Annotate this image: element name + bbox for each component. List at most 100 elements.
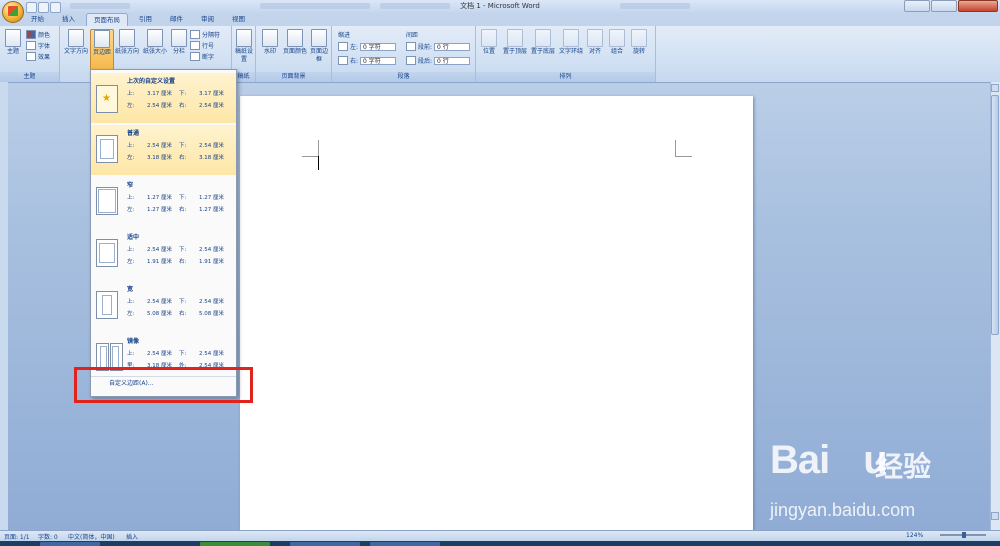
watermark-button[interactable]: 水印 (260, 29, 280, 56)
scroll-up-icon[interactable] (991, 84, 999, 92)
margin-option-moderate[interactable]: 适中 上: 2.54 厘米 下: 2.54 厘米 左: 1.91 厘米 右: 1.91 厘米 (91, 229, 236, 279)
themes-button[interactable]: 主题 (3, 29, 23, 56)
colors-button[interactable]: 颜色 (26, 30, 50, 39)
text-direction-label: 文字方向 (63, 48, 88, 55)
fonts-button[interactable]: 字体 (26, 41, 50, 50)
spacing-before-input[interactable]: 0 行 (434, 42, 471, 51)
columns-button[interactable]: 分栏 (170, 29, 188, 56)
status-words[interactable]: 字数: 0 (38, 532, 58, 541)
themes-group: 主题 颜色 字体 效果 主题 (0, 26, 60, 82)
size-button[interactable]: 纸张大小 (142, 29, 168, 56)
watermark-label: 水印 (263, 48, 276, 55)
align-button[interactable]: 对齐 (586, 29, 604, 56)
normal-margin-icon (96, 135, 118, 163)
page-color-icon (287, 29, 303, 47)
breaks-button[interactable]: 分隔符 (190, 30, 220, 39)
taskbar-item[interactable] (40, 542, 100, 546)
orientation-button[interactable]: 纸张方向 (114, 29, 140, 56)
crop-mark (302, 140, 319, 157)
orientation-label: 纸张方向 (114, 48, 139, 55)
margin-option-last-custom[interactable]: ★ 上次的自定义设置 上: 3.17 厘米 下: 3.17 厘米 左: 2.54 厘米 右… (91, 73, 236, 123)
indent-left-row: 左: 0 字符 (338, 42, 397, 51)
bottom-label: 下: (179, 91, 187, 97)
indent-right-input[interactable]: 0 字符 (360, 56, 397, 65)
wrap-icon (563, 29, 579, 47)
page-borders-icon (311, 29, 327, 47)
bring-front-button[interactable]: 置于顶层 (502, 29, 528, 56)
spacing-after-input[interactable]: 0 行 (434, 56, 471, 65)
status-mode[interactable]: 插入 (126, 532, 138, 541)
rotate-button[interactable]: 旋转 (630, 29, 648, 56)
left-label: 左: (127, 259, 135, 265)
close-button[interactable] (958, 0, 998, 12)
top-label: 上: (127, 91, 135, 97)
text-direction-button[interactable]: 文字方向 (63, 29, 89, 56)
left-value: 1.91 厘米 (147, 259, 172, 265)
margins-button[interactable]: 页边距 (90, 29, 114, 73)
zoom-slider-handle[interactable] (962, 532, 966, 538)
office-logo-icon (8, 6, 18, 16)
watermark-url: jingyan.baidu.com (770, 500, 916, 520)
right-value: 1.91 厘米 (199, 259, 224, 265)
taskbar-item[interactable] (290, 542, 360, 546)
tab-home[interactable]: 开始 (24, 13, 51, 26)
rotate-icon (631, 29, 647, 47)
text-direction-icon (68, 29, 84, 47)
tab-page-layout[interactable]: 页面布局 (86, 13, 128, 27)
top-label: 上: (127, 247, 135, 253)
tab-references[interactable]: 引用 (132, 13, 159, 26)
top-value: 3.17 厘米 (147, 91, 172, 97)
taskbar-item[interactable] (200, 542, 270, 546)
status-language[interactable]: 中文(简体，中国) (68, 532, 115, 541)
line-numbers-button[interactable]: 行号 (190, 41, 214, 50)
tab-review[interactable]: 审阅 (194, 13, 221, 26)
scroll-down-icon[interactable] (991, 512, 999, 520)
margin-option-narrow[interactable]: 窄 上: 1.27 厘米 下: 1.27 厘米 左: 1.27 厘米 右: 1.27 厘米 (91, 177, 236, 227)
hyphenation-button[interactable]: 断字 (190, 52, 214, 61)
draft-settings-button[interactable]: 稿纸设置 (234, 29, 254, 64)
status-page[interactable]: 页面: 1/1 (4, 532, 30, 541)
margin-option-wide[interactable]: 宽 上: 2.54 厘米 下: 2.54 厘米 左: 5.08 厘米 右: 5.08 厘米 (91, 281, 236, 331)
send-back-button[interactable]: 置于底层 (530, 29, 556, 56)
bottom-label: 下: (179, 247, 187, 253)
spacing-heading: 间距 (406, 32, 419, 39)
position-icon (481, 29, 497, 47)
option-name: 适中 (127, 234, 140, 241)
tab-view[interactable]: 视图 (225, 13, 252, 26)
wrap-label: 文字环绕 (558, 48, 583, 55)
zoom-level[interactable]: 124% (906, 532, 923, 539)
right-value: 5.08 厘米 (199, 311, 224, 317)
indent-heading: 缩进 (338, 32, 351, 39)
indent-left-input[interactable]: 0 字符 (360, 42, 397, 51)
document-page[interactable] (240, 96, 753, 530)
maximize-button[interactable] (931, 0, 957, 12)
tab-insert[interactable]: 插入 (55, 13, 82, 26)
colors-label: 颜色 (38, 32, 51, 39)
indent-left-icon (338, 42, 348, 51)
breaks-label: 分隔符 (202, 32, 221, 39)
position-button[interactable]: 位置 (480, 29, 498, 56)
minimize-button[interactable] (904, 0, 930, 12)
page-borders-button[interactable]: 页面边框 (310, 29, 328, 64)
page-color-button[interactable]: 页面颜色 (282, 29, 308, 56)
bring-front-label: 置于顶层 (502, 48, 527, 55)
indent-left-label: 左: (350, 44, 359, 51)
option-name: 宽 (127, 286, 134, 293)
tab-mailings[interactable]: 邮件 (163, 13, 190, 26)
taskbar-item[interactable] (370, 542, 440, 546)
top-label: 上: (127, 351, 135, 357)
wide-margin-icon (96, 291, 118, 319)
group-label: 组合 (610, 48, 623, 55)
spacing-before-icon (406, 42, 416, 51)
right-value: 1.27 厘米 (199, 207, 224, 213)
position-label: 位置 (482, 48, 495, 55)
scroll-thumb[interactable] (991, 95, 999, 335)
group-button[interactable]: 组合 (608, 29, 626, 56)
effects-button[interactable]: 效果 (26, 52, 50, 61)
margin-option-normal[interactable]: 普通 上: 2.54 厘米 下: 2.54 厘米 左: 3.18 厘米 右: 3.18 厘米 (91, 125, 236, 175)
bring-front-icon (507, 29, 523, 47)
window-controls (904, 0, 998, 12)
columns-icon (171, 29, 187, 47)
wrap-button[interactable]: 文字环绕 (558, 29, 584, 56)
office-button[interactable] (2, 1, 24, 23)
